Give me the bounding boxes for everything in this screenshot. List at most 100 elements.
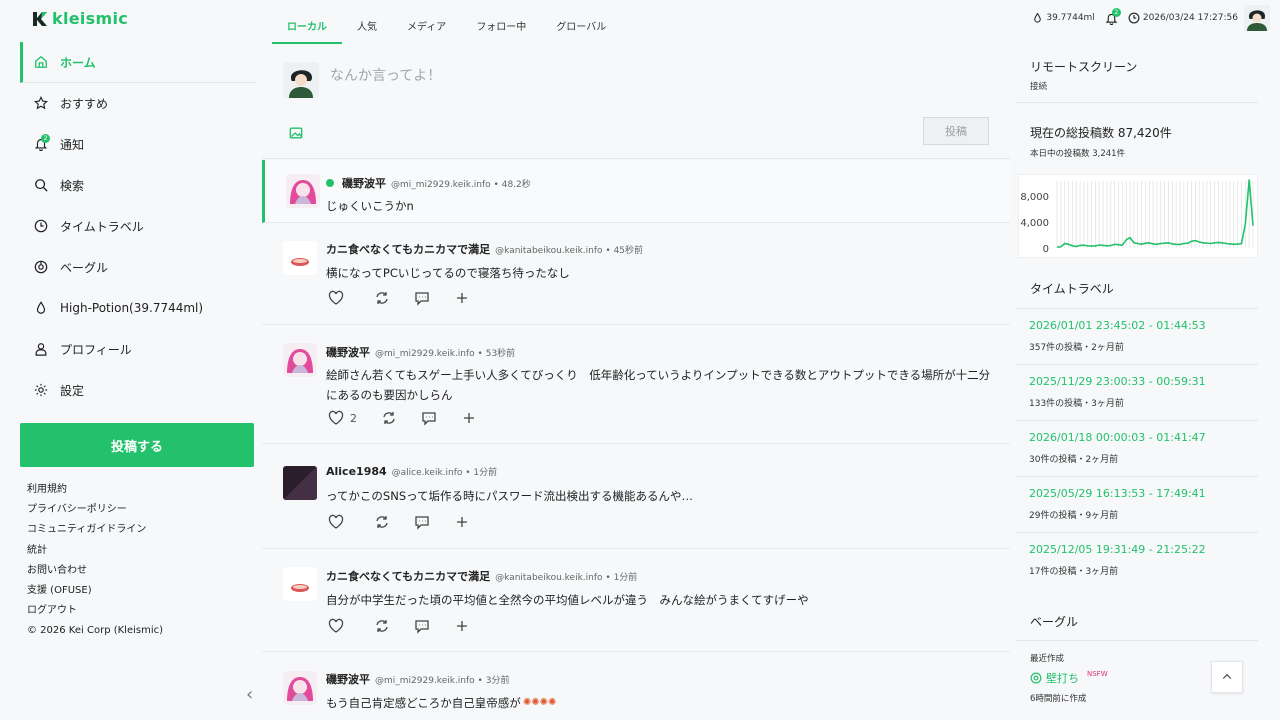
like-button[interactable] [328,290,350,306]
like-count: 2 [350,411,357,425]
post-item[interactable]: カニ食べなくてもカニカマで満足 @kanitabeikou.keik.info … [262,550,1010,652]
posts-line-chart: 8,000 4,000 0 [1020,179,1254,255]
remote-screen-status[interactable]: 接続 [1030,80,1047,92]
post-text: 横になってPCいじってるので寝落ち待ったなし [326,266,570,280]
avatar[interactable] [283,567,317,601]
pink-girl-avatar-icon [286,174,320,208]
avatar[interactable] [283,671,317,705]
reply-button[interactable] [414,290,430,306]
timetravel-range[interactable]: 2026/01/18 00:00:03 - 01:41:47 [1029,431,1206,444]
post-author[interactable]: 磯野波平 [342,175,386,191]
avatar[interactable] [283,241,317,275]
repost-button[interactable] [374,618,390,634]
link-support[interactable]: 支援 (OFUSE) [27,583,163,603]
repost-button[interactable] [381,410,397,426]
more-button[interactable] [454,514,470,530]
sidebar-item-bagel[interactable]: ベーグル [20,247,256,288]
brand-logo[interactable]: kleismic [32,9,128,28]
submit-post-button[interactable]: 投稿 [923,117,989,145]
timetravel-range[interactable]: 2025/12/05 19:31:49 - 21:25:22 [1029,543,1206,556]
post-item[interactable]: カニ食べなくてもカニカマで満足 @kanitabeikou.keik.info … [262,224,1010,325]
chart-grid [1056,181,1254,248]
tab-media[interactable]: メディア [392,14,461,44]
comment-icon [422,412,436,426]
post-item[interactable]: 磯野波平 @mi_mi2929.keik.info • 48.2秒 じゅくいこう… [262,160,1010,223]
post-item[interactable]: Alice1984 @alice.keik.info • 1分前 ってかこのSN… [262,445,1010,549]
reply-button[interactable] [421,410,437,426]
total-posts: 現在の総投稿数 87,420件 [1030,126,1172,140]
sidebar-item-label: 通知 [60,137,85,152]
tab-popular[interactable]: 人気 [342,14,392,44]
post-handle[interactable]: @kanitabeikou.keik.info • 1分前 [495,570,637,583]
avatar[interactable] [286,174,320,208]
sidebar-item-settings[interactable]: 設定 [20,370,256,411]
avatar[interactable] [283,343,317,377]
image-attach-icon[interactable] [289,125,303,144]
post-text: 絵師さん若くてもスゲー上手い人多くてびっくり 低年齢化っていうよりインプットでき… [326,368,991,402]
timetravel-range[interactable]: 2025/05/29 16:13:53 - 17:49:41 [1029,487,1206,500]
brand-name: kleismic [52,9,129,28]
like-button[interactable] [328,514,350,530]
link-logout[interactable]: ログアウト [27,603,163,623]
link-stats[interactable]: 統計 [27,543,163,563]
avatar[interactable] [283,62,319,98]
more-button[interactable] [454,290,470,306]
post-handle[interactable]: @mi_mi2929.keik.info • 3分前 [375,673,509,686]
comment-icon [415,620,429,634]
sidebar-item-label: おすすめ [60,96,109,111]
reply-button[interactable] [414,514,430,530]
repost-button[interactable] [374,514,390,530]
top-notifications[interactable]: 2 [1105,7,1121,25]
post-handle[interactable]: @mi_mi2929.keik.info • 53秒前 [375,346,515,359]
timetravel-range[interactable]: 2026/01/01 23:45:02 - 01:44:53 [1029,319,1206,332]
post-author[interactable]: 磯野波平 [326,671,370,687]
post-author[interactable]: カニ食べなくてもカニカマで満足 [326,241,490,257]
clock-display: 2026/03/24 17:27:56 [1128,12,1238,24]
like-button[interactable] [328,618,350,634]
nsfw-badge: NSFW [1087,670,1108,678]
user-icon [35,343,47,356]
sidebar-item-timetravel[interactable]: タイムトラベル [20,206,256,247]
like-button[interactable]: 2 [328,410,357,426]
compose-post-button[interactable]: 投稿する [20,423,254,467]
compose-input[interactable]: なんか言ってよ！ [330,65,441,85]
sidebar-item-label: ホーム [60,55,96,70]
link-community-guidelines[interactable]: コミュニティガイドライン [27,522,163,542]
avatar[interactable] [283,466,317,500]
tab-following[interactable]: フォロー中 [461,14,541,44]
link-privacy[interactable]: プライバシーポリシー [27,502,163,522]
sidebar-item-potion[interactable]: High-Potion(39.7744ml) [20,288,256,329]
post-item[interactable]: 磯野波平 @mi_mi2929.keik.info • 53秒前 絵師さん若くて… [262,326,1010,444]
divider [1016,420,1258,421]
sidebar-item-search[interactable]: 検索 [20,165,256,206]
more-button[interactable] [461,410,477,426]
post-author[interactable]: Alice1984 [326,465,387,478]
post-handle[interactable]: @alice.keik.info • 1分前 [392,465,498,478]
post-handle[interactable]: @mi_mi2929.keik.info • 48.2秒 [391,177,531,190]
sidebar-item-profile[interactable]: プロフィール [20,329,256,370]
tab-local[interactable]: ローカル [272,14,342,44]
tab-global[interactable]: グローバル [541,14,621,44]
bagel-item[interactable]: 壁打ち NSFW [1030,670,1108,686]
divider [1016,102,1258,103]
link-terms[interactable]: 利用規約 [27,482,163,502]
repost-icon [376,292,388,304]
timetravel-range[interactable]: 2025/11/29 23:00:33 - 00:59:31 [1029,375,1206,388]
post-author[interactable]: カニ食べなくてもカニカマで満足 [326,568,490,584]
reply-button[interactable] [414,618,430,634]
post-author[interactable]: 磯野波平 [326,344,370,360]
post-handle[interactable]: @kanitabeikou.keik.info • 45秒前 [495,243,643,256]
kleismic-logo-icon [33,11,47,26]
sidebar-item-home[interactable]: ホーム [20,42,256,83]
potion-indicator[interactable]: 39.7744ml [1032,12,1095,24]
repost-button[interactable] [374,290,390,306]
scroll-to-top-button[interactable] [1211,661,1243,693]
post-item[interactable]: 磯野波平 @mi_mi2929.keik.info • 3分前 もう自己肯定感ど… [262,653,1010,720]
more-button[interactable] [454,618,470,634]
composer-divider [262,158,1010,159]
collapse-sidebar-chevron-icon[interactable]: ‹ [246,684,253,705]
sidebar-item-notifications[interactable]: 2 通知 [20,124,256,165]
avatar[interactable] [1244,5,1270,31]
link-contact[interactable]: お問い合わせ [27,563,163,583]
sidebar-item-recommended[interactable]: おすすめ [20,83,256,124]
